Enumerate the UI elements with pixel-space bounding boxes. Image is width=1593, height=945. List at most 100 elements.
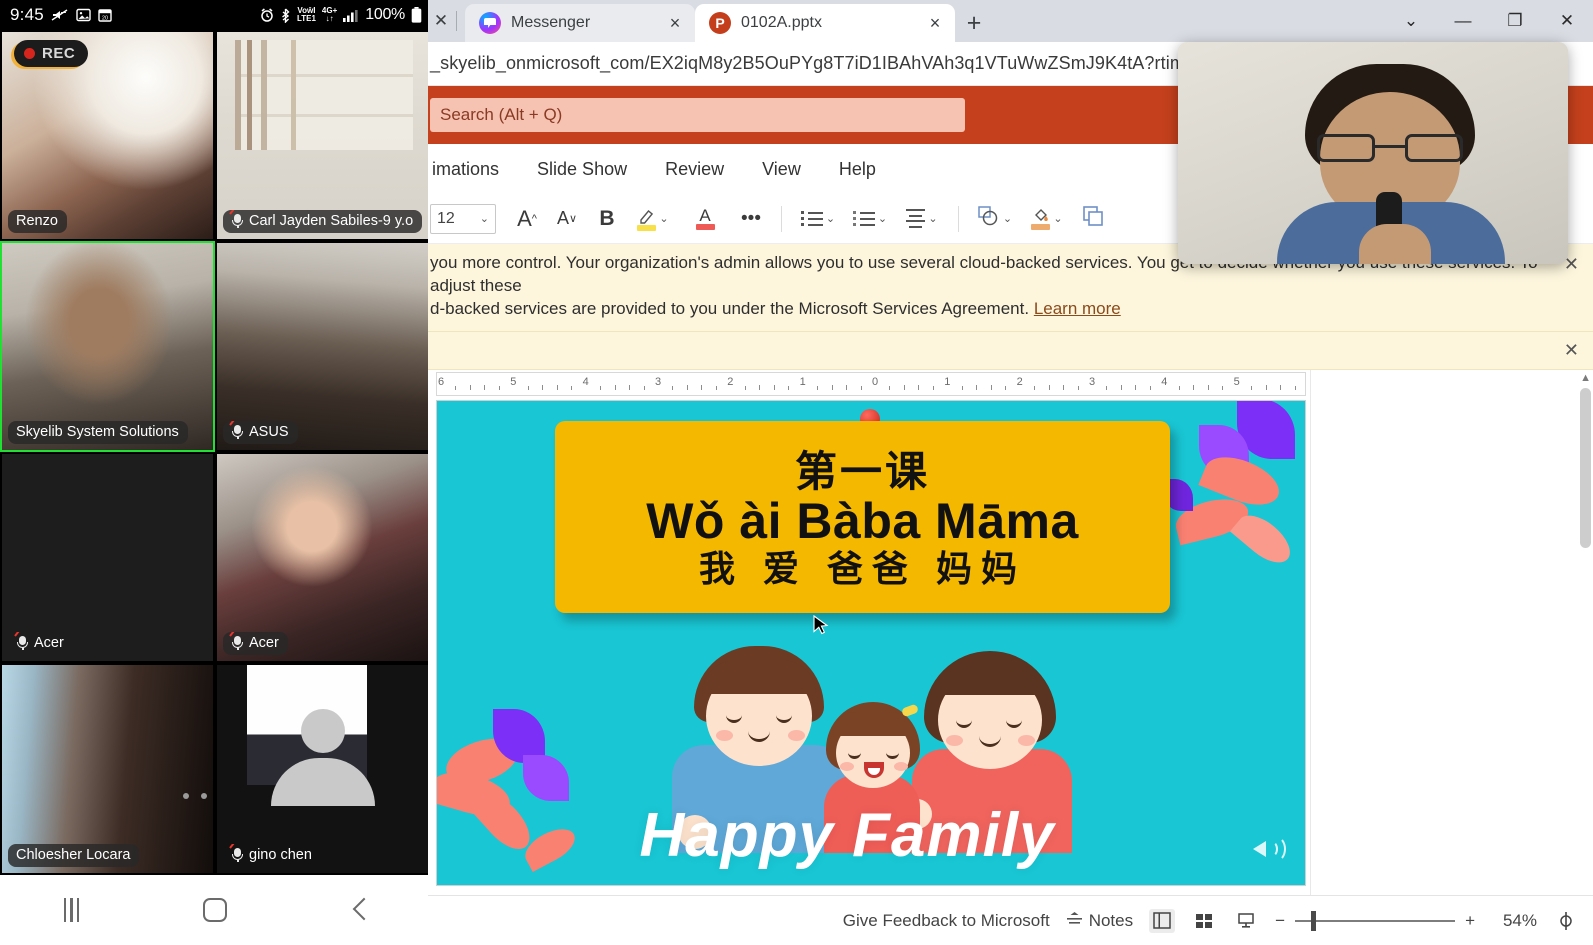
ruler-label: 4 [1161, 375, 1168, 388]
ruler-label: 3 [654, 375, 662, 388]
ribbon-tab-help[interactable]: Help [839, 159, 876, 180]
close-icon[interactable]: × [665, 13, 685, 34]
vertical-scrollbar[interactable] [1580, 387, 1591, 914]
page-indicator-dots [183, 793, 207, 799]
ruler-label: 6 [437, 375, 445, 388]
fit-to-window-icon[interactable] [1553, 909, 1579, 933]
ruler-tick [1265, 384, 1267, 390]
offscreen-tab-close-icon[interactable]: ✕ [428, 0, 454, 42]
ruler-label: 1 [944, 375, 951, 388]
ruler-tick [788, 385, 790, 390]
participant-name-chip: Renzo [8, 210, 67, 233]
tab-search-icon[interactable]: ⌄ [1385, 0, 1437, 42]
ruler-tick [1063, 384, 1065, 390]
new-tab-button[interactable]: + [955, 4, 993, 42]
zoom-thumb[interactable] [1311, 910, 1317, 931]
normal-view-icon[interactable] [1149, 908, 1176, 933]
video-tile-chloesher-locara[interactable]: Chloesher Locara [0, 663, 215, 875]
shapes-button[interactable]: ⌄ [970, 200, 1020, 238]
align-icon [906, 209, 926, 228]
feedback-button[interactable]: Give Feedback to Microsoft [843, 911, 1050, 931]
mute-icon [51, 8, 69, 22]
scroll-up-arrow-icon[interactable]: ▲ [1580, 372, 1591, 384]
zoom-percent-label: 54% [1502, 910, 1537, 930]
ribbon-tab-slide-show[interactable]: Slide Show [537, 159, 627, 180]
more-options-button[interactable]: ••• [732, 200, 770, 238]
speaker-icon[interactable] [1253, 835, 1287, 863]
arrange-icon [1083, 205, 1103, 232]
ruler-tick [469, 384, 471, 390]
minimize-button[interactable]: — [1437, 0, 1489, 42]
bluetooth-icon [280, 8, 291, 23]
video-feed-off [2, 454, 213, 661]
search-input[interactable]: Search (Alt + Q) [430, 98, 965, 132]
close-icon[interactable]: ✕ [1564, 340, 1579, 361]
ruler-label: 4 [582, 375, 589, 388]
zoom-track[interactable] [1295, 910, 1456, 931]
battery-percent: 100% [365, 6, 405, 23]
tab-messenger[interactable]: Messenger × [465, 4, 695, 42]
tab-0102a-pptx[interactable]: P 0102A.pptx × [695, 4, 955, 42]
slide-sorter-icon[interactable] [1191, 909, 1217, 933]
bold-button[interactable]: B [588, 200, 626, 238]
fill-color-button[interactable]: ⌄ [1022, 200, 1072, 238]
ribbon-tab-review[interactable]: Review [665, 159, 724, 180]
chevron-down-icon: ⌄ [1002, 213, 1013, 225]
phone-screen: 9:45 20 VoŵI LTE1 4G+ ↓↑ 100% REC Renzo … [0, 0, 430, 945]
text-highlight-button[interactable]: ⌄ [628, 200, 678, 238]
tab-title: Messenger [511, 14, 591, 31]
reading-view-icon[interactable] [1233, 909, 1259, 933]
ruler-tick [1294, 385, 1296, 390]
arrange-button[interactable] [1074, 200, 1112, 238]
align-button[interactable]: ⌄ [897, 200, 947, 238]
video-tile-skyelib-system-solutions[interactable]: Skyelib System Solutions [0, 241, 215, 452]
home-icon[interactable] [170, 886, 260, 934]
status-clock: 9:45 [10, 5, 44, 24]
ruler-tick [903, 384, 905, 390]
grow-font-button[interactable]: A ^ [508, 200, 546, 238]
zoom-out-button[interactable]: − [1275, 911, 1285, 931]
close-window-button[interactable]: ✕ [1541, 0, 1593, 42]
video-tile-gino-chen[interactable]: gino chen [215, 663, 430, 875]
presenter-webcam-overlay[interactable] [1178, 42, 1568, 264]
horizontal-ruler[interactable]: 6543210123456 [436, 371, 1306, 396]
scrollbar-thumb[interactable] [1580, 387, 1591, 548]
ruler-tick [744, 385, 746, 390]
zoom-in-button[interactable]: + [1465, 911, 1475, 931]
numbered-list-button[interactable]: ⌄ [845, 200, 895, 238]
video-tile-carl-jayden[interactable]: Carl Jayden Sabiles-9 y.o [215, 30, 430, 241]
bold-label: B [599, 206, 615, 230]
photo-icon [76, 8, 91, 22]
bullet-list-button[interactable]: ⌄ [793, 200, 843, 238]
slide-canvas[interactable]: 第一课 Wǒ ài Bàba Māma 我 爱 爸爸 妈妈 Happy Fami… [436, 399, 1306, 886]
ruler-label: 0 [871, 375, 879, 388]
notes-icon [1066, 911, 1083, 931]
restore-button[interactable]: ❐ [1489, 0, 1541, 42]
participant-name: Carl Jayden Sabiles-9 y.o [249, 213, 414, 229]
close-icon[interactable]: × [925, 13, 945, 34]
notes-button[interactable]: Notes [1066, 911, 1133, 931]
page-dot [183, 793, 189, 799]
lesson-number-chinese: 第一课 [794, 447, 930, 495]
ruler-tick [455, 385, 457, 390]
browser-tab-strip: ✕ Messenger × P 0102A.pptx × + ⌄ — ❐ ✕ [428, 0, 1593, 42]
ruler-tick [976, 384, 978, 390]
video-tile-renzo[interactable]: REC Renzo [0, 30, 215, 241]
ribbon-tab-view[interactable]: View [762, 159, 801, 180]
video-tile-acer-2[interactable]: Acer [215, 452, 430, 663]
shrink-font-button[interactable]: A ∨ [548, 200, 586, 238]
ruler-tick [614, 384, 616, 390]
learn-more-link[interactable]: Learn more [1034, 299, 1121, 318]
recent-apps-icon[interactable] [27, 886, 117, 934]
ruler-tick [1193, 384, 1195, 390]
video-tile-asus[interactable]: ASUS [215, 241, 430, 452]
chevron-down-icon: ⌄ [928, 213, 938, 225]
participant-name: Chloesher Locara [16, 847, 131, 863]
ribbon-tab-animations[interactable]: imations [432, 159, 499, 180]
video-tile-acer-1[interactable]: Acer [0, 452, 215, 663]
font-size-input[interactable]: 12 ⌄ [430, 203, 496, 234]
zoom-slider[interactable]: − + [1275, 910, 1475, 931]
back-icon[interactable] [313, 886, 403, 934]
font-color-button[interactable]: A [680, 200, 730, 238]
powerpoint-status-bar: Give Feedback to Microsoft Notes − + 54% [428, 895, 1593, 945]
